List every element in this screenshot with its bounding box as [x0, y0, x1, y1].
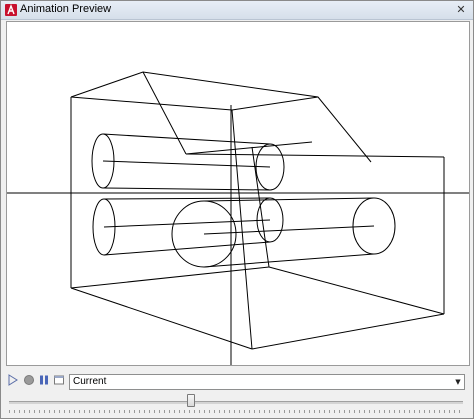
upper-cylinder-top [102, 133, 271, 145]
preview-viewport[interactable] [6, 21, 470, 366]
autocad-a-icon [5, 4, 17, 16]
inner-bottom-right [268, 266, 445, 315]
lower-cylinder-top [103, 197, 271, 200]
inner-vertical-edge [251, 146, 270, 268]
bottom-edge-left [70, 287, 253, 350]
back-top-edge [185, 153, 445, 158]
animation-preview-window: Animation Preview ✕ Current ▼ [0, 0, 474, 419]
roof-ridge [70, 71, 372, 163]
chevron-down-icon[interactable]: ▼ [452, 375, 464, 389]
visual-style-dropdown[interactable]: Current ▼ [69, 374, 465, 390]
timeline-slider-ticks [9, 410, 463, 413]
right-cylinder-bottom [203, 253, 375, 268]
lower-cylinder-bottom [103, 241, 271, 256]
window-icon[interactable] [53, 374, 65, 386]
inner-bottom-edge [70, 266, 270, 289]
upper-cylinder-axis [102, 160, 271, 168]
wireframe-model [7, 71, 469, 365]
bottom-edge-right [251, 313, 445, 350]
title-bar[interactable]: Animation Preview ✕ [1, 1, 473, 20]
lower-cylinder-axis [103, 219, 271, 228]
top-edge-left [70, 96, 233, 111]
pause-icon[interactable] [38, 374, 50, 386]
stop-record-icon[interactable] [23, 374, 35, 386]
close-button[interactable]: ✕ [454, 3, 468, 16]
play-icon[interactable] [7, 374, 19, 386]
roof-slope [142, 71, 187, 155]
timeline-slider-track[interactable] [9, 401, 463, 404]
timeline-slider-thumb[interactable] [187, 394, 195, 407]
window-title: Animation Preview [20, 3, 112, 15]
front-vertical-edge [231, 109, 253, 350]
upper-cylinder-bottom [102, 187, 271, 191]
roof-edge [185, 141, 313, 155]
right-cylinder-axis [203, 225, 375, 235]
top-edge-front [231, 96, 319, 111]
visual-style-value: Current [73, 376, 107, 387]
